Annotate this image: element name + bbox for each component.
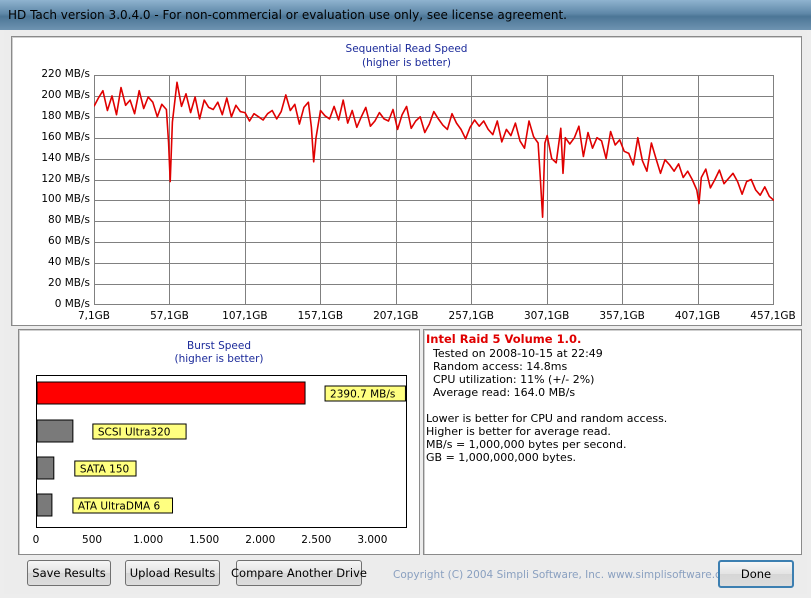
x-tick-label: 107,1GB: [222, 310, 268, 322]
x-tick-label: 307,1GB: [523, 310, 570, 322]
tested-on: Tested on 2008-10-15 at 22:49: [433, 347, 603, 360]
read-chart-plot: [94, 75, 774, 305]
upload-results-button[interactable]: Upload Results: [125, 560, 220, 586]
y-tick-label: 160 MB/s: [41, 130, 90, 143]
y-tick-label: 140 MB/s: [41, 151, 90, 164]
window-title: HD Tach version 3.0.4.0 - For non-commer…: [8, 8, 567, 22]
copyright-text: Copyright (C) 2004 Simpli Software, Inc.…: [393, 569, 738, 581]
burst-bar-label: 2390.7 MB/s: [324, 385, 406, 402]
burst-x-tick-label: 3.000: [357, 534, 387, 546]
note-higher-better: Higher is better for average read.: [426, 425, 611, 438]
read-chart-subtitle: (higher is better): [361, 57, 452, 69]
y-tick-label: 220 MB/s: [41, 68, 90, 80]
burst-chart-plot: 2390.7 MB/s SCSI Ultra320 SATA 150 ATA Ultr…: [33, 375, 407, 546]
burst-chart-panel: Burst Speed (higher is better) 2390.7 MB…: [18, 329, 420, 555]
burst-label-text: SATA 150: [80, 464, 129, 476]
save-results-button[interactable]: Save Results: [27, 560, 111, 586]
y-tick-label: 180 MB/s: [41, 109, 90, 122]
y-tick-label: 80 MB/s: [48, 214, 90, 227]
cpu-utilization: CPU utilization: 11% (+/- 2%): [433, 373, 595, 386]
burst-bar: [36, 419, 74, 443]
burst-bar-label: SCSI Ultra320: [92, 423, 187, 440]
x-tick-label: 407,1GB: [674, 310, 721, 322]
x-tick-label: 207,1GB: [373, 310, 419, 322]
burst-x-tick-label: 2.500: [301, 534, 331, 546]
y-tick-label: 0 MB/s: [54, 298, 90, 310]
y-tick-label: 100 MB/s: [41, 193, 90, 206]
x-tick-label: 57,1GB: [150, 310, 189, 322]
plot-frame: [94, 75, 774, 305]
compare-drive-button[interactable]: Compare Another Drive: [231, 560, 367, 586]
app-window: HD Tach version 3.0.4.0 - For non-commer…: [0, 0, 811, 598]
read-chart-title: Sequential Read Speed: [345, 43, 468, 55]
title-bar[interactable]: HD Tach version 3.0.4.0 - For non-commer…: [0, 0, 811, 30]
burst-label-text: ATA UltraDMA 6: [78, 501, 161, 513]
burst-bar-label: ATA UltraDMA 6: [72, 497, 174, 514]
random-access: Random access: 14.8ms: [433, 360, 568, 373]
info-panel: Intel Raid 5 Volume 1.0. Tested on 2008-…: [423, 329, 802, 555]
note-lower-better: Lower is better for CPU and random acces…: [426, 412, 668, 425]
average-read: Average read: 164.0 MB/s: [433, 386, 576, 399]
burst-label-text: 2390.7 MB/s: [330, 389, 395, 401]
burst-bar-label: SATA 150: [74, 460, 137, 477]
burst-x-tick-label: 2.000: [245, 534, 275, 546]
y-tick-label: 20 MB/s: [48, 277, 90, 290]
burst-x-tick-label: 0: [33, 534, 40, 546]
burst-x-tick-label: 1.000: [133, 534, 163, 546]
note-gb-definition: GB = 1,000,000,000 bytes.: [426, 451, 577, 464]
burst-label-text: SCSI Ultra320: [98, 427, 171, 439]
done-button[interactable]: Done: [718, 560, 794, 588]
burst-bar: [36, 381, 306, 405]
x-tick-label: 157,1GB: [297, 310, 344, 322]
x-tick-label: 357,1GB: [599, 310, 645, 322]
y-tick-label: 40 MB/s: [48, 256, 90, 269]
burst-bar: [36, 493, 53, 517]
drive-name: Intel Raid 5 Volume 1.0.: [426, 332, 582, 346]
burst-x-tick-label: 1.500: [189, 534, 219, 546]
x-tick-label: 257,1GB: [448, 310, 494, 322]
burst-bar: [36, 456, 55, 480]
x-tick-label: 7,1GB: [77, 310, 111, 322]
y-tick-label: 200 MB/s: [41, 88, 90, 101]
note-mbs-definition: MB/s = 1,000,000 bytes per second.: [426, 438, 627, 451]
y-tick-label: 120 MB/s: [41, 172, 90, 185]
x-tick-label: 457,1GB: [750, 310, 796, 322]
burst-x-tick-label: 500: [82, 534, 102, 546]
read-chart-panel: Sequential Read Speed (higher is better)…: [11, 36, 802, 326]
y-tick-label: 60 MB/s: [48, 235, 90, 248]
